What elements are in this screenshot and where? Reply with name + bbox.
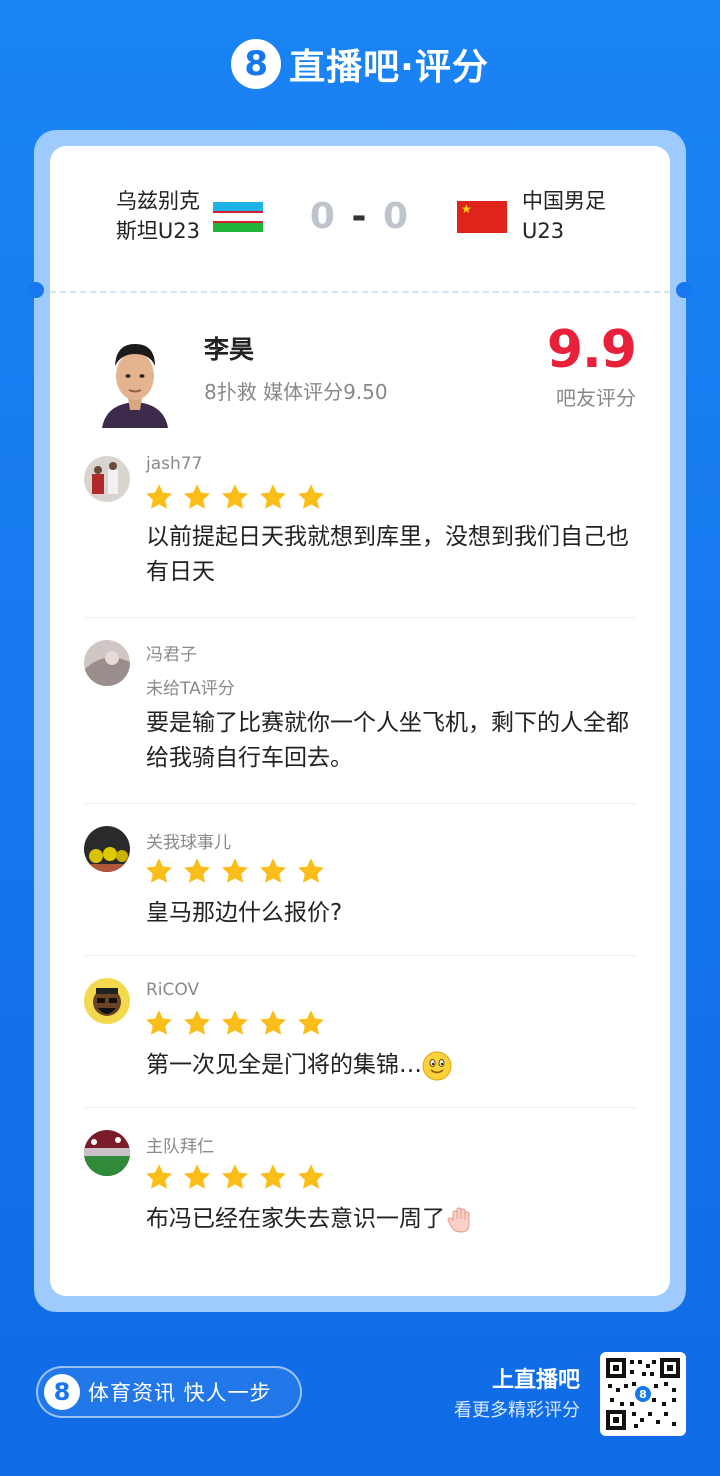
qr-code-icon[interactable]: 8 — [600, 1352, 686, 1436]
star-icon — [222, 1164, 248, 1189]
match-score: 0 - 0 — [280, 196, 440, 237]
comment-username[interactable]: 关我球事儿 — [146, 828, 231, 853]
brand-logo-icon: 8 — [44, 1374, 80, 1410]
star-icon — [184, 858, 210, 883]
list-item[interactable]: jash77 以前提起日天我就想到库里，没想到我们自己也有日天 — [84, 446, 636, 618]
star-icon — [298, 484, 324, 509]
star-icon — [260, 858, 286, 883]
list-item[interactable]: 关我球事儿 皇马那边什么报价? — [84, 804, 636, 956]
home-team-line2: 斯坦U23 — [115, 219, 200, 243]
user-avatar[interactable] — [84, 456, 130, 502]
star-icon — [222, 1010, 248, 1035]
comment-text: 布冯已经在家失去意识一周了 — [146, 1202, 636, 1237]
star-rating — [144, 482, 326, 512]
list-item[interactable]: 冯君子 未给TA评分 要是输了比赛就你一个人坐飞机，剩下的人全都给我骑自行车回去… — [84, 618, 636, 804]
match-header[interactable]: 乌兹别克 斯坦U23 0 - 0 ★ 中国男足 U23 — [50, 186, 670, 256]
slogan-pill[interactable]: 8 体育资讯 快人一步 — [36, 1366, 302, 1418]
star-icon — [184, 1010, 210, 1035]
star-icon — [222, 484, 248, 509]
cta-title[interactable]: 上直播吧 — [492, 1362, 580, 1394]
star-icon — [298, 858, 324, 883]
star-rating — [144, 856, 326, 886]
hand-emoji-icon — [447, 1206, 470, 1233]
star-icon — [184, 1164, 210, 1189]
star-icon — [146, 484, 172, 509]
star-icon — [222, 858, 248, 883]
star-rating — [144, 1162, 326, 1192]
player-name: 李昊 — [204, 335, 255, 364]
comment-text: 要是输了比赛就你一个人坐飞机，剩下的人全都给我骑自行车回去。 — [146, 710, 629, 771]
comment-text: 第一次见全是门将的集锦… — [146, 1048, 636, 1083]
brand-header: 8 直播吧·评分 — [0, 38, 720, 90]
home-team-line1: 乌兹别克 — [116, 189, 200, 213]
ticket-notch-left — [28, 282, 44, 298]
fan-rating-label: 吧友评分 — [556, 386, 636, 410]
star-icon — [184, 484, 210, 509]
ticket-divider — [50, 291, 670, 293]
user-avatar[interactable] — [84, 1130, 130, 1176]
star-rating — [144, 1008, 326, 1038]
ticket-notch-right — [676, 282, 692, 298]
comment-text: 皇马那边什么报价? — [146, 900, 343, 926]
user-avatar[interactable] — [84, 826, 130, 872]
away-team-line2: U23 — [522, 219, 565, 243]
comment-text-content: 第一次见全是门将的集锦… — [146, 1052, 422, 1078]
fan-rating-value: 9.9 — [546, 320, 637, 380]
home-score: 0 — [309, 196, 337, 237]
star-icon — [146, 1164, 172, 1189]
star-icon — [260, 1164, 286, 1189]
away-team-line1: 中国男足 — [522, 189, 606, 213]
comment-username[interactable]: RiCOV — [146, 980, 199, 1000]
user-avatar[interactable] — [84, 978, 130, 1024]
list-item[interactable]: RiCOV 第一次见全是门将的集锦… — [84, 956, 636, 1108]
star-icon — [146, 1010, 172, 1035]
no-rating-note: 未给TA评分 — [146, 679, 235, 699]
star-icon — [298, 1164, 324, 1189]
home-team-name: 乌兹别克 斯坦U23 — [116, 186, 200, 246]
star-icon — [260, 484, 286, 509]
china-flag-icon: ★ — [457, 201, 507, 233]
score-separator: - — [351, 196, 369, 237]
star-icon — [146, 858, 172, 883]
away-team-name: 中国男足 U23 — [522, 186, 606, 246]
comment-text: 以前提起日天我就想到库里，没想到我们自己也有日天 — [146, 524, 629, 585]
player-avatar[interactable] — [98, 332, 172, 428]
rating-card: 乌兹别克 斯坦U23 0 - 0 ★ 中国男足 U23 李昊 8扑救 媒体评分9… — [50, 146, 670, 1296]
comment-username[interactable]: 主队拜仁 — [146, 1132, 214, 1157]
cta-subtitle: 看更多精彩评分 — [454, 1400, 580, 1421]
comment-username[interactable]: 冯君子 — [146, 640, 197, 665]
player-summary[interactable]: 李昊 8扑救 媒体评分9.50 9.9 吧友评分 — [50, 320, 670, 436]
uzbekistan-flag-icon — [213, 202, 263, 232]
brand-logo-icon: 8 — [231, 39, 282, 89]
player-stats: 8扑救 媒体评分9.50 — [204, 380, 388, 404]
comment-list: jash77 以前提起日天我就想到库里，没想到我们自己也有日天 冯君子 未给TA… — [84, 446, 636, 1258]
comment-username[interactable]: jash77 — [146, 454, 202, 474]
star-icon — [298, 1010, 324, 1035]
list-item[interactable]: 主队拜仁 布冯已经在家失去意识一周了 — [84, 1108, 636, 1258]
star-icon — [260, 1010, 286, 1035]
user-avatar[interactable] — [84, 640, 130, 686]
smile-emoji-icon — [422, 1051, 452, 1080]
comment-text-content: 布冯已经在家失去意识一周了 — [146, 1206, 445, 1232]
slogan-text: 体育资讯 快人一步 — [88, 1381, 272, 1405]
away-score: 0 — [383, 196, 411, 237]
brand-title: 直播吧·评分 — [289, 47, 489, 88]
svg-text:8: 8 — [639, 1388, 647, 1401]
